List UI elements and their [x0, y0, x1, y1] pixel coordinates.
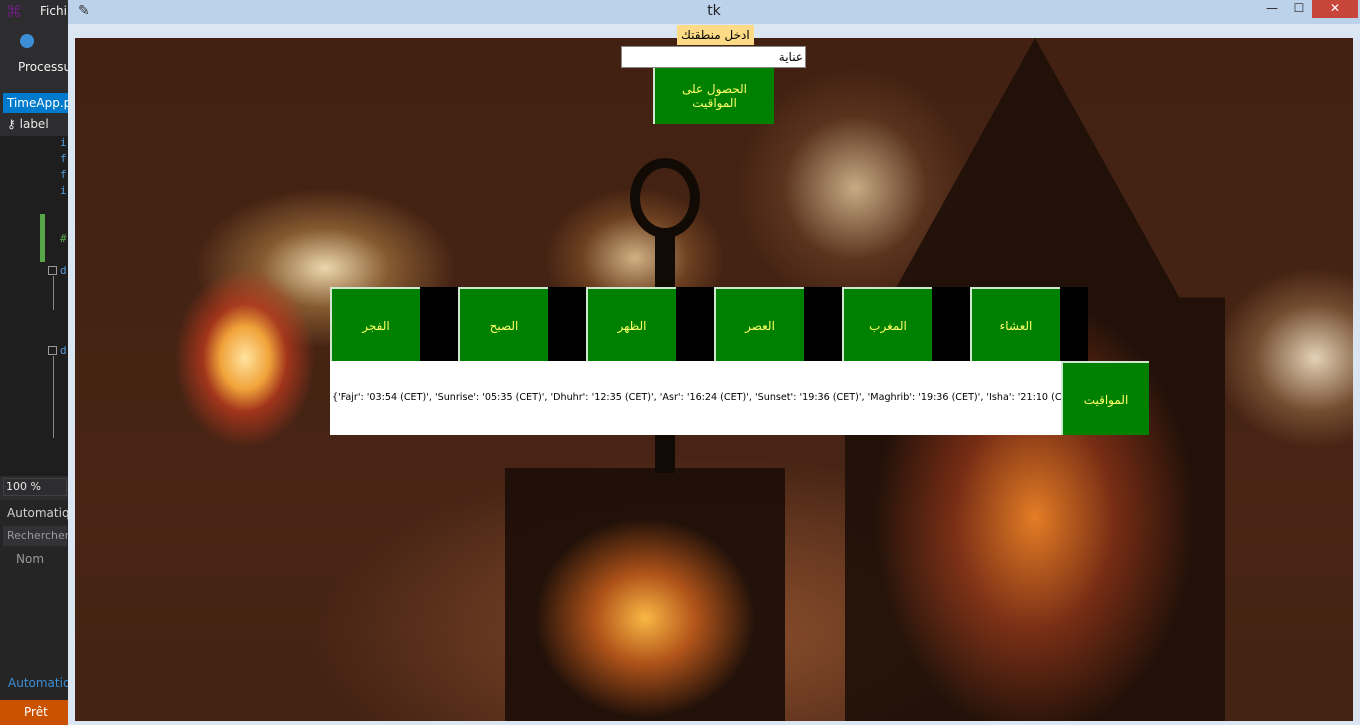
panel-title[interactable]: Automatiq — [7, 506, 70, 520]
code-line: f — [60, 152, 67, 165]
ide-process-label[interactable]: Processu — [18, 60, 71, 74]
collapse-icon[interactable] — [48, 346, 57, 355]
prayer-label-isha: العشاء — [970, 287, 1060, 361]
change-marker — [40, 214, 45, 262]
ide-status-bar: Prêt — [0, 700, 70, 725]
panel-search-input[interactable]: Rechercher — [3, 526, 69, 546]
fold-guide — [53, 356, 54, 438]
ide-background-window: ⌘ Fichi Processu TimeApp.p ⚷ label i f f… — [0, 0, 71, 725]
panel-tab-autos[interactable]: Automatiq — [8, 676, 71, 690]
ide-toolbar — [0, 28, 70, 54]
back-arrow-icon[interactable] — [20, 34, 34, 48]
separator — [548, 287, 586, 361]
prayer-label-asr: العصر — [714, 287, 804, 361]
lantern-ring-shape — [630, 158, 700, 238]
code-line: # — [60, 232, 67, 245]
prayer-label-sunrise: الصبح — [458, 287, 548, 361]
ide-member-dropdown[interactable]: ⚷ label — [3, 114, 70, 134]
key-icon: ⚷ — [7, 117, 16, 131]
collapse-icon[interactable] — [48, 266, 57, 275]
code-line: f — [60, 168, 67, 181]
code-line: d — [60, 264, 67, 277]
window-title-bar[interactable]: ✎ tk — ☐ ✕ — [68, 0, 1360, 24]
code-line: i — [60, 184, 67, 197]
prayer-label-dhuhr: الظهر — [586, 287, 676, 361]
prayer-label-fajr: الفجر — [330, 287, 420, 361]
separator — [676, 287, 714, 361]
separator — [932, 287, 970, 361]
ide-title-bar: ⌘ Fichi — [0, 0, 70, 24]
ide-document-tab[interactable]: TimeApp.p — [3, 93, 71, 113]
close-button[interactable]: ✕ — [1312, 0, 1358, 18]
status-text: Prêt — [24, 705, 48, 719]
minimize-button[interactable]: — — [1257, 0, 1287, 18]
prayer-times-result: {'Fajr': '03:54 (CET)', 'Sunrise': '05:3… — [330, 361, 1061, 435]
code-line: d — [60, 344, 67, 357]
visual-studio-logo-icon: ⌘ — [6, 2, 22, 21]
maximize-button[interactable]: ☐ — [1284, 0, 1314, 18]
ide-menu-file[interactable]: Fichi — [40, 4, 67, 18]
separator — [420, 287, 458, 361]
separator — [1060, 287, 1088, 361]
zoom-select[interactable]: 100 % — [3, 478, 67, 496]
times-label: المواقيت — [1061, 361, 1149, 435]
window-title: tk — [707, 3, 721, 19]
prayer-label-maghrib: المغرب — [842, 287, 932, 361]
separator — [804, 287, 842, 361]
get-times-button[interactable]: الحصول على المواقيت — [653, 68, 774, 124]
region-label: ادخل منطقتك — [677, 25, 754, 45]
region-input[interactable] — [621, 46, 806, 68]
column-header-name[interactable]: Nom — [16, 552, 44, 566]
small-lantern-shape — [505, 468, 785, 721]
code-line: i — [60, 136, 67, 149]
ide-member-label: label — [19, 117, 49, 131]
fold-guide — [53, 276, 54, 310]
